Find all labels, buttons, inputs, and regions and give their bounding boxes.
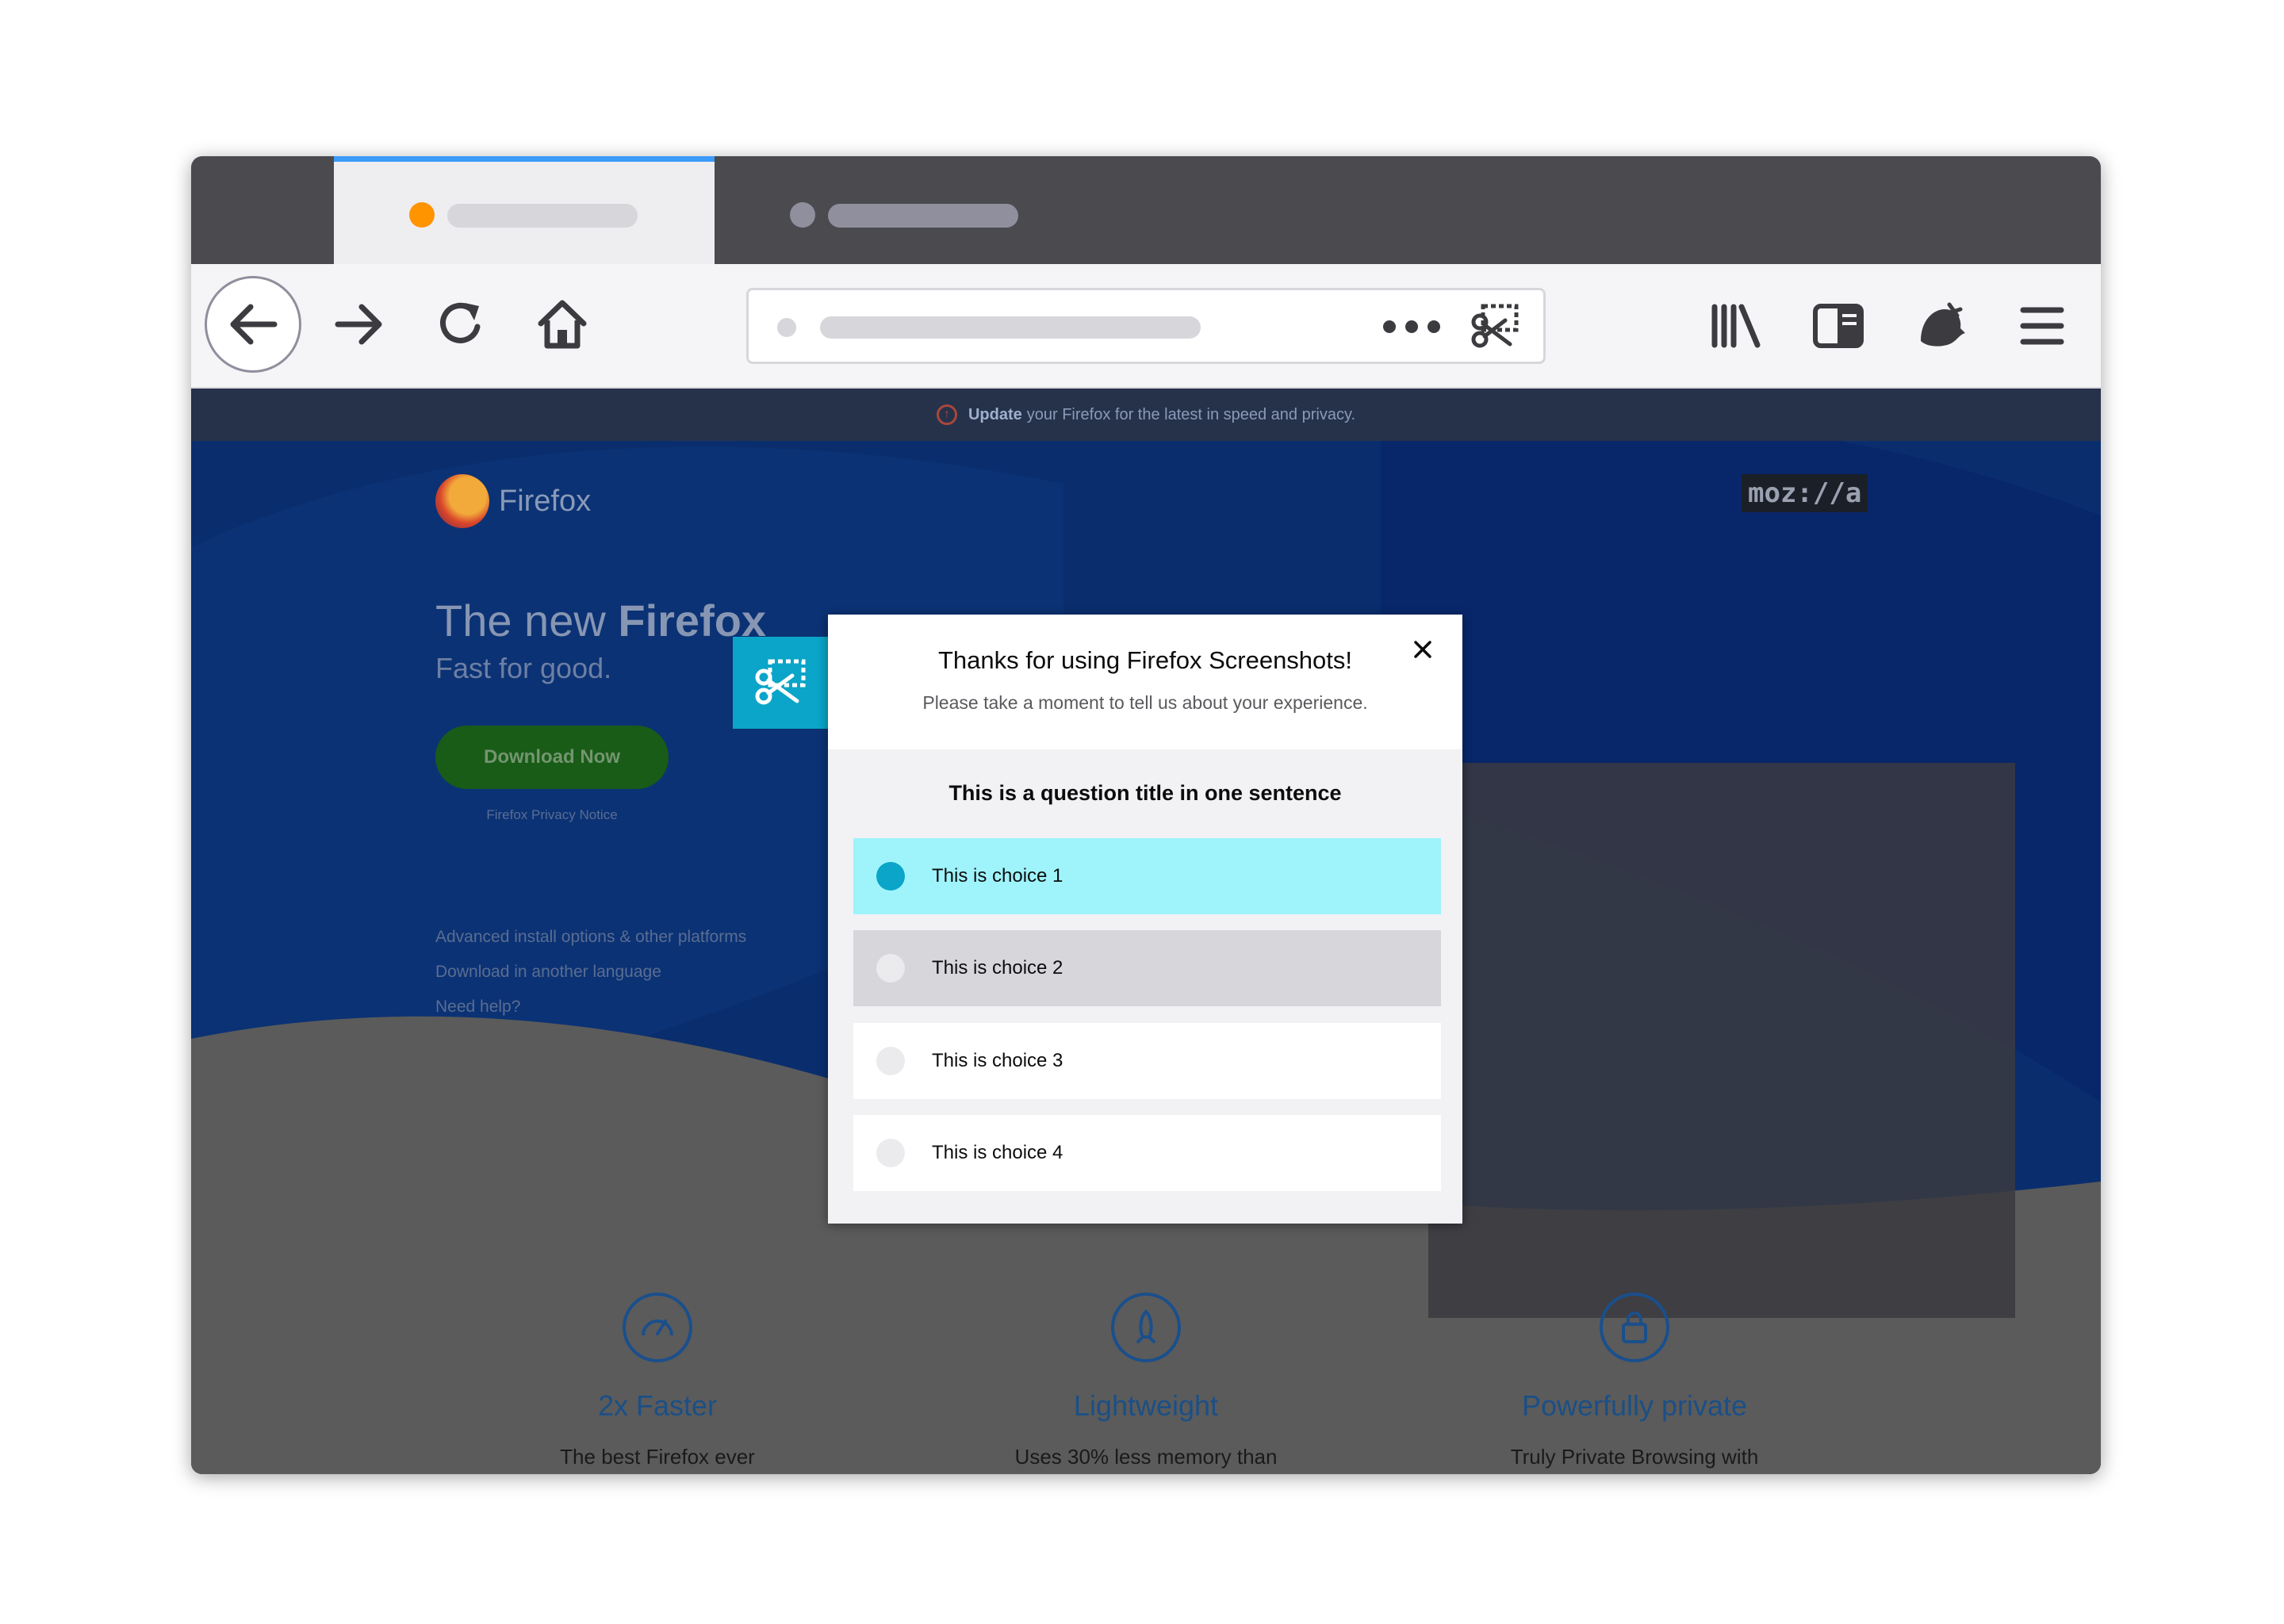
survey-header: Thanks for using Firefox Screenshots! Pl… <box>828 615 1462 749</box>
feature-desc: Truly Private Browsing with <box>1510 1445 1759 1469</box>
reload-button[interactable] <box>423 286 499 362</box>
survey-choice-4[interactable]: This is choice 4 <box>853 1115 1441 1191</box>
screenshots-badge <box>733 637 828 729</box>
nav-toolbar <box>191 264 2101 389</box>
sidebar-icon <box>1813 304 1864 348</box>
screenshots-icon <box>1471 304 1519 348</box>
radio-unselected[interactable] <box>876 954 905 982</box>
survey-choice-3[interactable]: This is choice 3 <box>853 1023 1441 1099</box>
hero-title: The new Firefox <box>435 595 766 646</box>
radio-unselected[interactable] <box>876 1047 905 1075</box>
library-icon <box>1711 304 1761 348</box>
survey-choice-2[interactable]: This is choice 2 <box>853 930 1441 1006</box>
reload-icon <box>440 302 481 343</box>
feature-desc: Uses 30% less memory than <box>1014 1445 1278 1469</box>
update-notice[interactable]: ↑ Update your Firefox for the latest in … <box>191 389 2101 441</box>
firefox-account-button[interactable] <box>1903 288 1979 364</box>
rocket-icon <box>1111 1293 1181 1362</box>
tab-bar <box>191 156 2101 264</box>
radio-selected[interactable] <box>876 862 905 891</box>
arrow-left-icon <box>230 304 278 345</box>
update-notice-bold[interactable]: Update <box>968 406 1022 424</box>
forward-button[interactable] <box>321 286 397 362</box>
download-now-button[interactable]: Download Now <box>435 726 669 789</box>
survey-title: Thanks for using Firefox Screenshots! <box>937 646 1353 674</box>
privacy-notice-link[interactable]: Firefox Privacy Notice <box>435 807 669 823</box>
choice-label: This is choice 4 <box>932 1142 1063 1163</box>
sidebar-button[interactable] <box>1800 288 1876 364</box>
update-arrow-icon: ↑ <box>936 404 957 425</box>
screenshots-icon <box>755 659 806 705</box>
close-button[interactable] <box>1407 634 1439 665</box>
tab-active[interactable] <box>334 156 715 264</box>
more-dots-icon <box>1383 320 1396 333</box>
feature-name: Lightweight <box>1073 1389 1219 1422</box>
survey-subtitle: Please take a moment to tell us about yo… <box>922 692 1368 713</box>
tab-favicon-placeholder <box>790 202 815 228</box>
back-button[interactable] <box>205 276 301 373</box>
radio-unselected[interactable] <box>876 1139 905 1167</box>
download-links: Advanced install options & other platfor… <box>435 920 746 1025</box>
tab-favicon-placeholder <box>409 202 435 228</box>
hero-subtitle: Fast for good. <box>435 652 612 684</box>
firefox-account-icon <box>1921 302 1965 347</box>
tab-title-placeholder <box>447 204 638 228</box>
choice-label: This is choice 2 <box>932 957 1063 979</box>
lock-icon <box>1600 1293 1669 1362</box>
tab-title-placeholder <box>828 204 1018 228</box>
menu-button[interactable] <box>2004 288 2080 364</box>
speedometer-icon <box>623 1293 692 1362</box>
page-actions-button[interactable] <box>1383 312 1440 341</box>
home-icon <box>538 300 587 349</box>
close-icon <box>1414 641 1431 658</box>
feature-desc: The best Firefox ever <box>560 1445 755 1469</box>
library-button[interactable] <box>1698 288 1774 364</box>
hamburger-menu-icon <box>2020 307 2064 345</box>
url-bar[interactable] <box>746 288 1546 364</box>
survey-question: This is a question title in one sentence <box>948 781 1342 805</box>
choice-label: This is choice 3 <box>932 1050 1063 1071</box>
firefox-logo-icon <box>435 474 489 528</box>
screenshot-preview-image <box>1428 763 2015 1318</box>
update-notice-text: your Firefox for the latest in speed and… <box>1026 405 1356 423</box>
survey-dialog: Thanks for using Firefox Screenshots! Pl… <box>828 615 1462 1224</box>
link-need-help[interactable]: Need help? <box>435 990 746 1025</box>
site-identity-placeholder <box>777 318 796 337</box>
feature-faster: 2x Faster The best Firefox ever <box>459 1293 856 1469</box>
arrow-right-icon <box>335 304 382 345</box>
feature-name: Powerfully private <box>1521 1389 1748 1422</box>
feature-private: Powerfully private Truly Private Browsin… <box>1436 1293 1833 1469</box>
feature-lightweight: Lightweight Uses 30% less memory than <box>948 1293 1344 1469</box>
mozilla-logo[interactable]: moz://a <box>1742 474 1868 512</box>
hero-title-prefix: The new <box>435 596 606 645</box>
firefox-logo[interactable]: Firefox <box>435 474 591 528</box>
tab-inactive[interactable] <box>715 156 1095 264</box>
link-another-language[interactable]: Download in another language <box>435 955 746 990</box>
link-advanced-install[interactable]: Advanced install options & other platfor… <box>435 920 746 955</box>
url-text-placeholder <box>820 316 1201 339</box>
firefox-wordmark: Firefox <box>499 484 592 518</box>
survey-body: This is a question title in one sentence… <box>828 749 1462 1224</box>
screenshots-button[interactable] <box>1470 303 1519 352</box>
home-button[interactable] <box>524 286 600 362</box>
feature-name: 2x Faster <box>597 1389 718 1422</box>
survey-choice-1[interactable]: This is choice 1 <box>853 838 1441 914</box>
choice-label: This is choice 1 <box>932 865 1063 887</box>
